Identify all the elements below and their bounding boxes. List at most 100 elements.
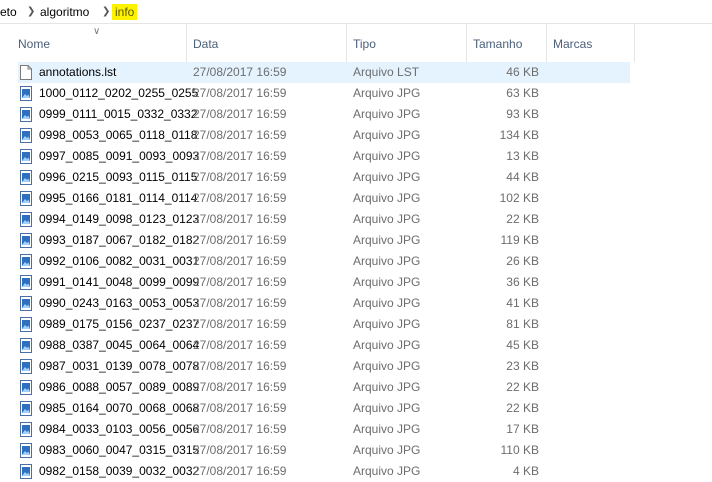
file-type: Arquivo JPG: [353, 317, 421, 331]
file-size: 41 KB: [506, 296, 539, 310]
file-type: Arquivo JPG: [353, 275, 421, 289]
file-date: 27/08/2017 16:59: [193, 401, 287, 415]
file-size: 4 KB: [512, 464, 539, 478]
file-date: 27/08/2017 16:59: [193, 254, 287, 268]
file-size: 17 KB: [506, 422, 539, 436]
file-size: 36 KB: [506, 275, 539, 289]
image-file-icon: [20, 338, 32, 353]
file-row[interactable]: 0998_0053_0065_0118_0118 27/08/2017 16:59…: [18, 125, 630, 146]
file-row[interactable]: 0984_0033_0103_0056_0056 27/08/2017 16:59…: [18, 419, 630, 440]
file-name: 0999_0111_0015_0332_0332: [39, 107, 198, 121]
file-row[interactable]: 1000_0112_0202_0255_0255 27/08/2017 16:59…: [18, 83, 630, 104]
file-type: Arquivo JPG: [353, 86, 421, 100]
file-type: Arquivo JPG: [353, 422, 421, 436]
file-type: Arquivo JPG: [353, 401, 421, 415]
file-type: Arquivo JPG: [353, 464, 421, 478]
file-type: Arquivo JPG: [353, 191, 421, 205]
file-size: 23 KB: [506, 359, 539, 373]
image-file-icon: [20, 149, 32, 164]
file-name: 0991_0141_0048_0099_0099: [39, 275, 200, 289]
file-size: 26 KB: [506, 254, 539, 268]
file-row[interactable]: 0988_0387_0045_0064_0064 27/08/2017 16:59…: [18, 335, 630, 356]
file-type: Arquivo JPG: [353, 338, 421, 352]
file-date: 27/08/2017 16:59: [193, 233, 287, 247]
file-name: 0989_0175_0156_0237_0237: [39, 317, 200, 331]
file-row[interactable]: 0999_0111_0015_0332_0332 27/08/2017 16:59…: [18, 104, 630, 125]
file-name: 0998_0053_0065_0118_0118: [39, 128, 198, 142]
image-file-icon: [20, 170, 32, 185]
file-size: 93 KB: [506, 107, 539, 121]
chevron-right-icon[interactable]: ❯: [27, 5, 35, 19]
file-name: 0983_0060_0047_0315_0315: [39, 443, 200, 457]
file-date: 27/08/2017 16:59: [193, 443, 287, 457]
image-file-icon: [20, 317, 32, 332]
column-header-tags[interactable]: Marcas: [547, 24, 635, 62]
document-icon: [20, 65, 32, 80]
file-date: 27/08/2017 16:59: [193, 149, 287, 163]
breadcrumb-item-parent[interactable]: eto: [0, 5, 17, 19]
file-date: 27/08/2017 16:59: [193, 86, 287, 100]
file-row[interactable]: 0989_0175_0156_0237_0237 27/08/2017 16:59…: [18, 314, 630, 335]
file-name: 0996_0215_0093_0115_0115: [39, 170, 198, 184]
chevron-right-icon[interactable]: ❯: [102, 5, 110, 19]
file-name: 0993_0187_0067_0182_0182: [39, 233, 200, 247]
file-size: 13 KB: [506, 149, 539, 163]
breadcrumb-item-algoritmo[interactable]: algoritmo: [40, 5, 89, 19]
image-file-icon: [20, 254, 32, 269]
breadcrumb-item-info[interactable]: info: [112, 4, 138, 20]
column-header-name[interactable]: Nome: [12, 24, 187, 62]
file-name: 0995_0166_0181_0114_0114: [39, 191, 198, 205]
file-date: 27/08/2017 16:59: [193, 191, 287, 205]
file-name: 0997_0085_0091_0093_0093: [39, 149, 200, 163]
file-type: Arquivo JPG: [353, 380, 421, 394]
file-row[interactable]: 0986_0088_0057_0089_0089 27/08/2017 16:59…: [18, 377, 630, 398]
file-row[interactable]: 0991_0141_0048_0099_0099 27/08/2017 16:59…: [18, 272, 630, 293]
column-header-size[interactable]: Tamanho: [467, 24, 547, 62]
file-row[interactable]: 0983_0060_0047_0315_0315 27/08/2017 16:59…: [18, 440, 630, 461]
breadcrumb: eto ❯ algoritmo ❯ info: [0, 0, 712, 24]
file-type: Arquivo JPG: [353, 359, 421, 373]
file-type: Arquivo JPG: [353, 128, 421, 142]
file-row[interactable]: annotations.lst 27/08/2017 16:59 Arquivo L…: [18, 62, 630, 83]
file-type: Arquivo JPG: [353, 170, 421, 184]
file-row[interactable]: 0996_0215_0093_0115_0115 27/08/2017 16:59…: [18, 167, 630, 188]
file-row[interactable]: 0987_0031_0139_0078_0078 27/08/2017 16:59…: [18, 356, 630, 377]
file-row[interactable]: 0995_0166_0181_0114_0114 27/08/2017 16:59…: [18, 188, 630, 209]
file-type: Arquivo JPG: [353, 107, 421, 121]
image-file-icon: [20, 464, 32, 479]
file-date: 27/08/2017 16:59: [193, 338, 287, 352]
file-row[interactable]: 0990_0243_0163_0053_0053 27/08/2017 16:59…: [18, 293, 630, 314]
file-date: 27/08/2017 16:59: [193, 107, 287, 121]
file-type: Arquivo JPG: [353, 296, 421, 310]
file-type: Arquivo JPG: [353, 149, 421, 163]
file-row[interactable]: 0994_0149_0098_0123_0123 27/08/2017 16:59…: [18, 209, 630, 230]
image-file-icon: [20, 401, 32, 416]
column-header-date[interactable]: Data: [187, 24, 347, 62]
file-size: 81 KB: [506, 317, 539, 331]
file-date: 27/08/2017 16:59: [193, 359, 287, 373]
file-size: 22 KB: [506, 401, 539, 415]
file-row[interactable]: 0985_0164_0070_0068_0068 27/08/2017 16:59…: [18, 398, 630, 419]
file-size: 45 KB: [506, 338, 539, 352]
file-row[interactable]: 0993_0187_0067_0182_0182 27/08/2017 16:59…: [18, 230, 630, 251]
file-date: 27/08/2017 16:59: [193, 275, 287, 289]
file-name: 0982_0158_0039_0032_0032: [39, 464, 200, 478]
file-size: 63 KB: [506, 86, 539, 100]
file-name: 0988_0387_0045_0064_0064: [39, 338, 200, 352]
file-date: 27/08/2017 16:59: [193, 296, 287, 310]
file-row[interactable]: 0982_0158_0039_0032_0032 27/08/2017 16:59…: [18, 461, 630, 482]
file-row[interactable]: 0997_0085_0091_0093_0093 27/08/2017 16:59…: [18, 146, 630, 167]
file-row[interactable]: 0992_0106_0082_0031_0031 27/08/2017 16:59…: [18, 251, 630, 272]
image-file-icon: [20, 359, 32, 374]
column-header-row: ∨ Nome Data Tipo Tamanho Marcas: [0, 24, 712, 62]
file-size: 119 KB: [500, 233, 539, 247]
image-file-icon: [20, 443, 32, 458]
column-header-type[interactable]: Tipo: [347, 24, 467, 62]
file-date: 27/08/2017 16:59: [193, 170, 287, 184]
file-size: 46 KB: [506, 65, 539, 79]
file-type: Arquivo JPG: [353, 254, 421, 268]
file-date: 27/08/2017 16:59: [193, 317, 287, 331]
file-date: 27/08/2017 16:59: [193, 212, 287, 226]
file-name: 0992_0106_0082_0031_0031: [39, 254, 200, 268]
image-file-icon: [20, 380, 32, 395]
